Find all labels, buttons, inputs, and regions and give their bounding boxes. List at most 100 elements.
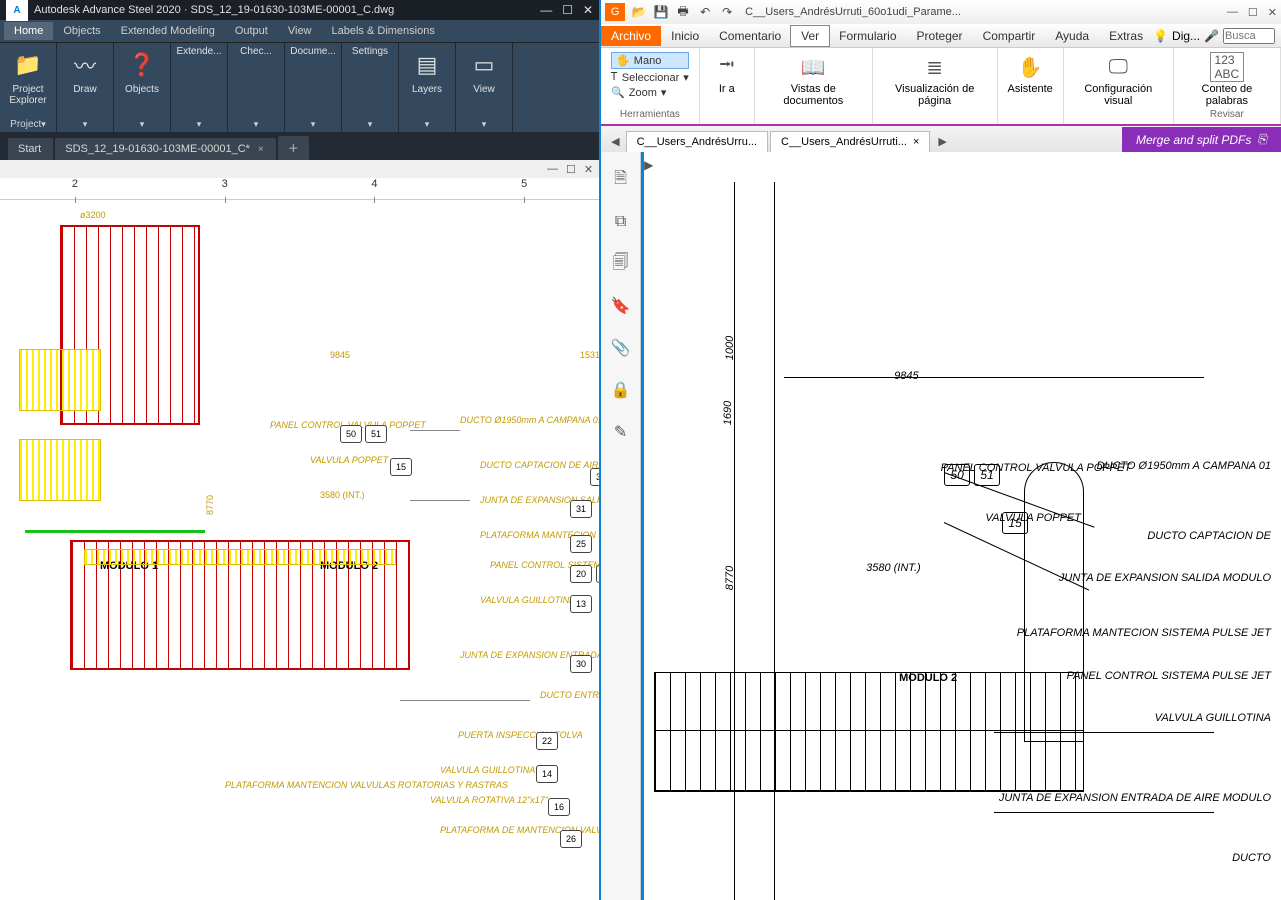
fx-min-icon[interactable]: — [1227, 6, 1238, 19]
vp-max-icon[interactable]: ☐ [566, 163, 576, 176]
doc-tab-1[interactable]: C__Users_AndrésUrru... [626, 131, 768, 152]
side-lock-icon[interactable]: 🔒 [611, 380, 631, 400]
pdf-call-junta-ent: JUNTA DE EXPANSION ENTRADA DE AIRE MODUL… [999, 792, 1271, 805]
dim-d1: ø3200 [80, 210, 106, 220]
side-sign-icon[interactable]: ✎ [611, 422, 631, 442]
draw-button[interactable]: 〰 Draw [63, 47, 107, 96]
tool-zoom[interactable]: 🔍Zoom▾ [611, 86, 689, 99]
ribbon-title-project[interactable]: Project [10, 119, 46, 130]
menu-extras[interactable]: Extras [1099, 26, 1153, 46]
ribbon-ir-a: ⭲Ir a [700, 48, 755, 124]
open-icon[interactable]: 📂 [631, 4, 647, 20]
assistant-button[interactable]: ✋Asistente [1008, 52, 1053, 96]
fx-title: C__Users_AndrésUrruti_60o1udi_Parame... [745, 6, 961, 18]
menu-labels[interactable]: Labels & Dimensions [322, 22, 445, 40]
objects-button[interactable]: ❓ Objects [120, 47, 164, 96]
bulb-icon[interactable]: 💡 [1153, 29, 1168, 43]
vp-min-icon[interactable]: — [547, 163, 558, 175]
window-controls: — ☐ ✕ [540, 3, 593, 17]
tab-start[interactable]: Start [8, 138, 53, 160]
save-icon[interactable]: 💾 [653, 4, 669, 20]
acad-doc-tabs: Start SDS_12_19-01630-103ME-00001_C*× ＋ [0, 132, 599, 160]
menu-home[interactable]: Home [4, 22, 53, 40]
mic-icon[interactable]: 🎤 [1204, 29, 1219, 43]
pdf-drawing: 1000 1690 8770 9845 3580 (INT.) PANEL CO… [644, 172, 1281, 900]
side-page-icon[interactable]: 🗎 [611, 170, 631, 190]
goto-button[interactable]: ⭲Ir a [710, 52, 744, 96]
ribbon-layers: ▤ Layers [399, 43, 456, 132]
goto-icon: ⭲ [710, 52, 744, 82]
menu-view[interactable]: View [278, 22, 322, 40]
ribbon-conteo: 123ABCConteo de palabras Revisar [1174, 48, 1281, 124]
menu-objects[interactable]: Objects [53, 22, 110, 40]
tab-prev-icon[interactable]: ◀ [605, 131, 625, 152]
tab-next-icon[interactable]: ▶ [932, 131, 952, 152]
menu-ayuda[interactable]: Ayuda [1045, 26, 1099, 46]
doc-views-button[interactable]: 📖Vistas de documentos [765, 52, 862, 107]
callout-ducto-capt: DUCTO CAPTACION DE AIRE [480, 460, 599, 470]
settings-button[interactable]: Settings [348, 47, 392, 58]
fx-close-icon[interactable]: ✕ [1268, 6, 1277, 19]
panel-toggle-icon[interactable]: ▶ [644, 158, 653, 172]
doc-tab-close-icon[interactable]: × [913, 136, 919, 148]
layers-icon: ▤ [409, 47, 445, 83]
abc-icon: 123ABC [1210, 52, 1244, 82]
side-bookmark-icon[interactable]: 🔖 [611, 296, 631, 316]
tool-mano[interactable]: 🖐Mano [611, 52, 689, 69]
menu-output[interactable]: Output [225, 22, 278, 40]
menu-extended[interactable]: Extended Modeling [111, 22, 225, 40]
fx-max-icon[interactable]: ☐ [1248, 6, 1258, 19]
pdf-hex-50: 50 [944, 464, 970, 486]
dim-line [784, 377, 1204, 378]
side-thumbs-icon[interactable]: ⧉ [611, 212, 631, 232]
acad-title: Autodesk Advance Steel 2020 · SDS_12_19-… [34, 4, 394, 16]
menu-proteger[interactable]: Proteger [907, 26, 973, 46]
maximize-icon[interactable]: ☐ [562, 3, 573, 17]
view-button[interactable]: ▭ View [462, 47, 506, 96]
ribbon-project: 📁 Project Explorer Project [0, 43, 57, 132]
pdf-call-ducto: DUCTO Ø1950mm A CAMPANA 01 [1097, 460, 1271, 473]
minimize-icon[interactable]: — [540, 3, 552, 17]
undo-icon[interactable]: ↶ [697, 4, 713, 20]
menu-compartir[interactable]: Compartir [973, 26, 1046, 46]
extended-button[interactable]: Extende... [177, 47, 221, 58]
menu-inicio[interactable]: Inicio [661, 26, 709, 46]
pdf-modulo2: MODULO 2 [899, 672, 957, 684]
check-button[interactable]: Chec... [234, 47, 278, 58]
pdf-dim-1690: 1690 [722, 401, 734, 425]
layers-button[interactable]: ▤ Layers [405, 47, 449, 96]
tool-seleccionar[interactable]: ᎢSeleccionar▾ [611, 71, 689, 84]
side-attach-icon[interactable]: 📎 [611, 338, 631, 358]
tab-close-icon[interactable]: × [258, 144, 264, 155]
side-layers-icon[interactable]: 🗐 [611, 254, 631, 274]
tab-drawing[interactable]: SDS_12_19-01630-103ME-00001_C*× [55, 138, 276, 160]
doc-tab-2[interactable]: C__Users_AndrésUrruti...× [770, 131, 930, 152]
ribbon-settings: Settings [342, 43, 399, 132]
redo-icon[interactable]: ↷ [719, 4, 735, 20]
hex-13: 13 [570, 595, 592, 613]
page-view-icon: ≣ [918, 52, 952, 82]
project-explorer-button[interactable]: 📁 Project Explorer [6, 47, 50, 106]
fx-menubar: Archivo Inicio Comentario Ver Formulario… [601, 24, 1281, 48]
acad-canvas[interactable]: — ☐ ✕ 2 3 4 5 ø3200 9845 15310 8770 3580… [0, 160, 599, 900]
menu-archivo[interactable]: Archivo [601, 26, 661, 46]
page-view-button[interactable]: ≣Visualización de página [883, 52, 987, 107]
fx-navpanel: 🗎 ⧉ 🗐 🔖 📎 🔒 ✎ [601, 152, 641, 900]
tab-new[interactable]: ＋ [278, 136, 309, 160]
ribbon-conf-visual: 🖵Configuración visual [1064, 48, 1174, 124]
documents-button[interactable]: Docume... [291, 47, 335, 58]
menu-ver[interactable]: Ver [791, 26, 829, 46]
pdf-canvas[interactable]: ▶ 1000 1690 8770 9845 3580 (INT.) PANEL … [641, 152, 1281, 900]
vp-close-icon[interactable]: ✕ [584, 163, 593, 176]
print-icon[interactable]: 🖶 [675, 4, 691, 20]
close-icon[interactable]: ✕ [583, 3, 593, 17]
search-input[interactable] [1223, 28, 1275, 44]
menu-comentario[interactable]: Comentario [709, 26, 791, 46]
app-menu-icon[interactable]: G [605, 3, 625, 21]
hex-16: 16 [548, 798, 570, 816]
word-count-button[interactable]: 123ABCConteo de palabras [1184, 52, 1270, 107]
hex-26: 26 [560, 830, 582, 848]
menu-formulario[interactable]: Formulario [829, 26, 906, 46]
promo-banner[interactable]: Merge and split PDFs⎘ [1122, 127, 1281, 152]
visual-config-button[interactable]: 🖵Configuración visual [1074, 52, 1163, 107]
